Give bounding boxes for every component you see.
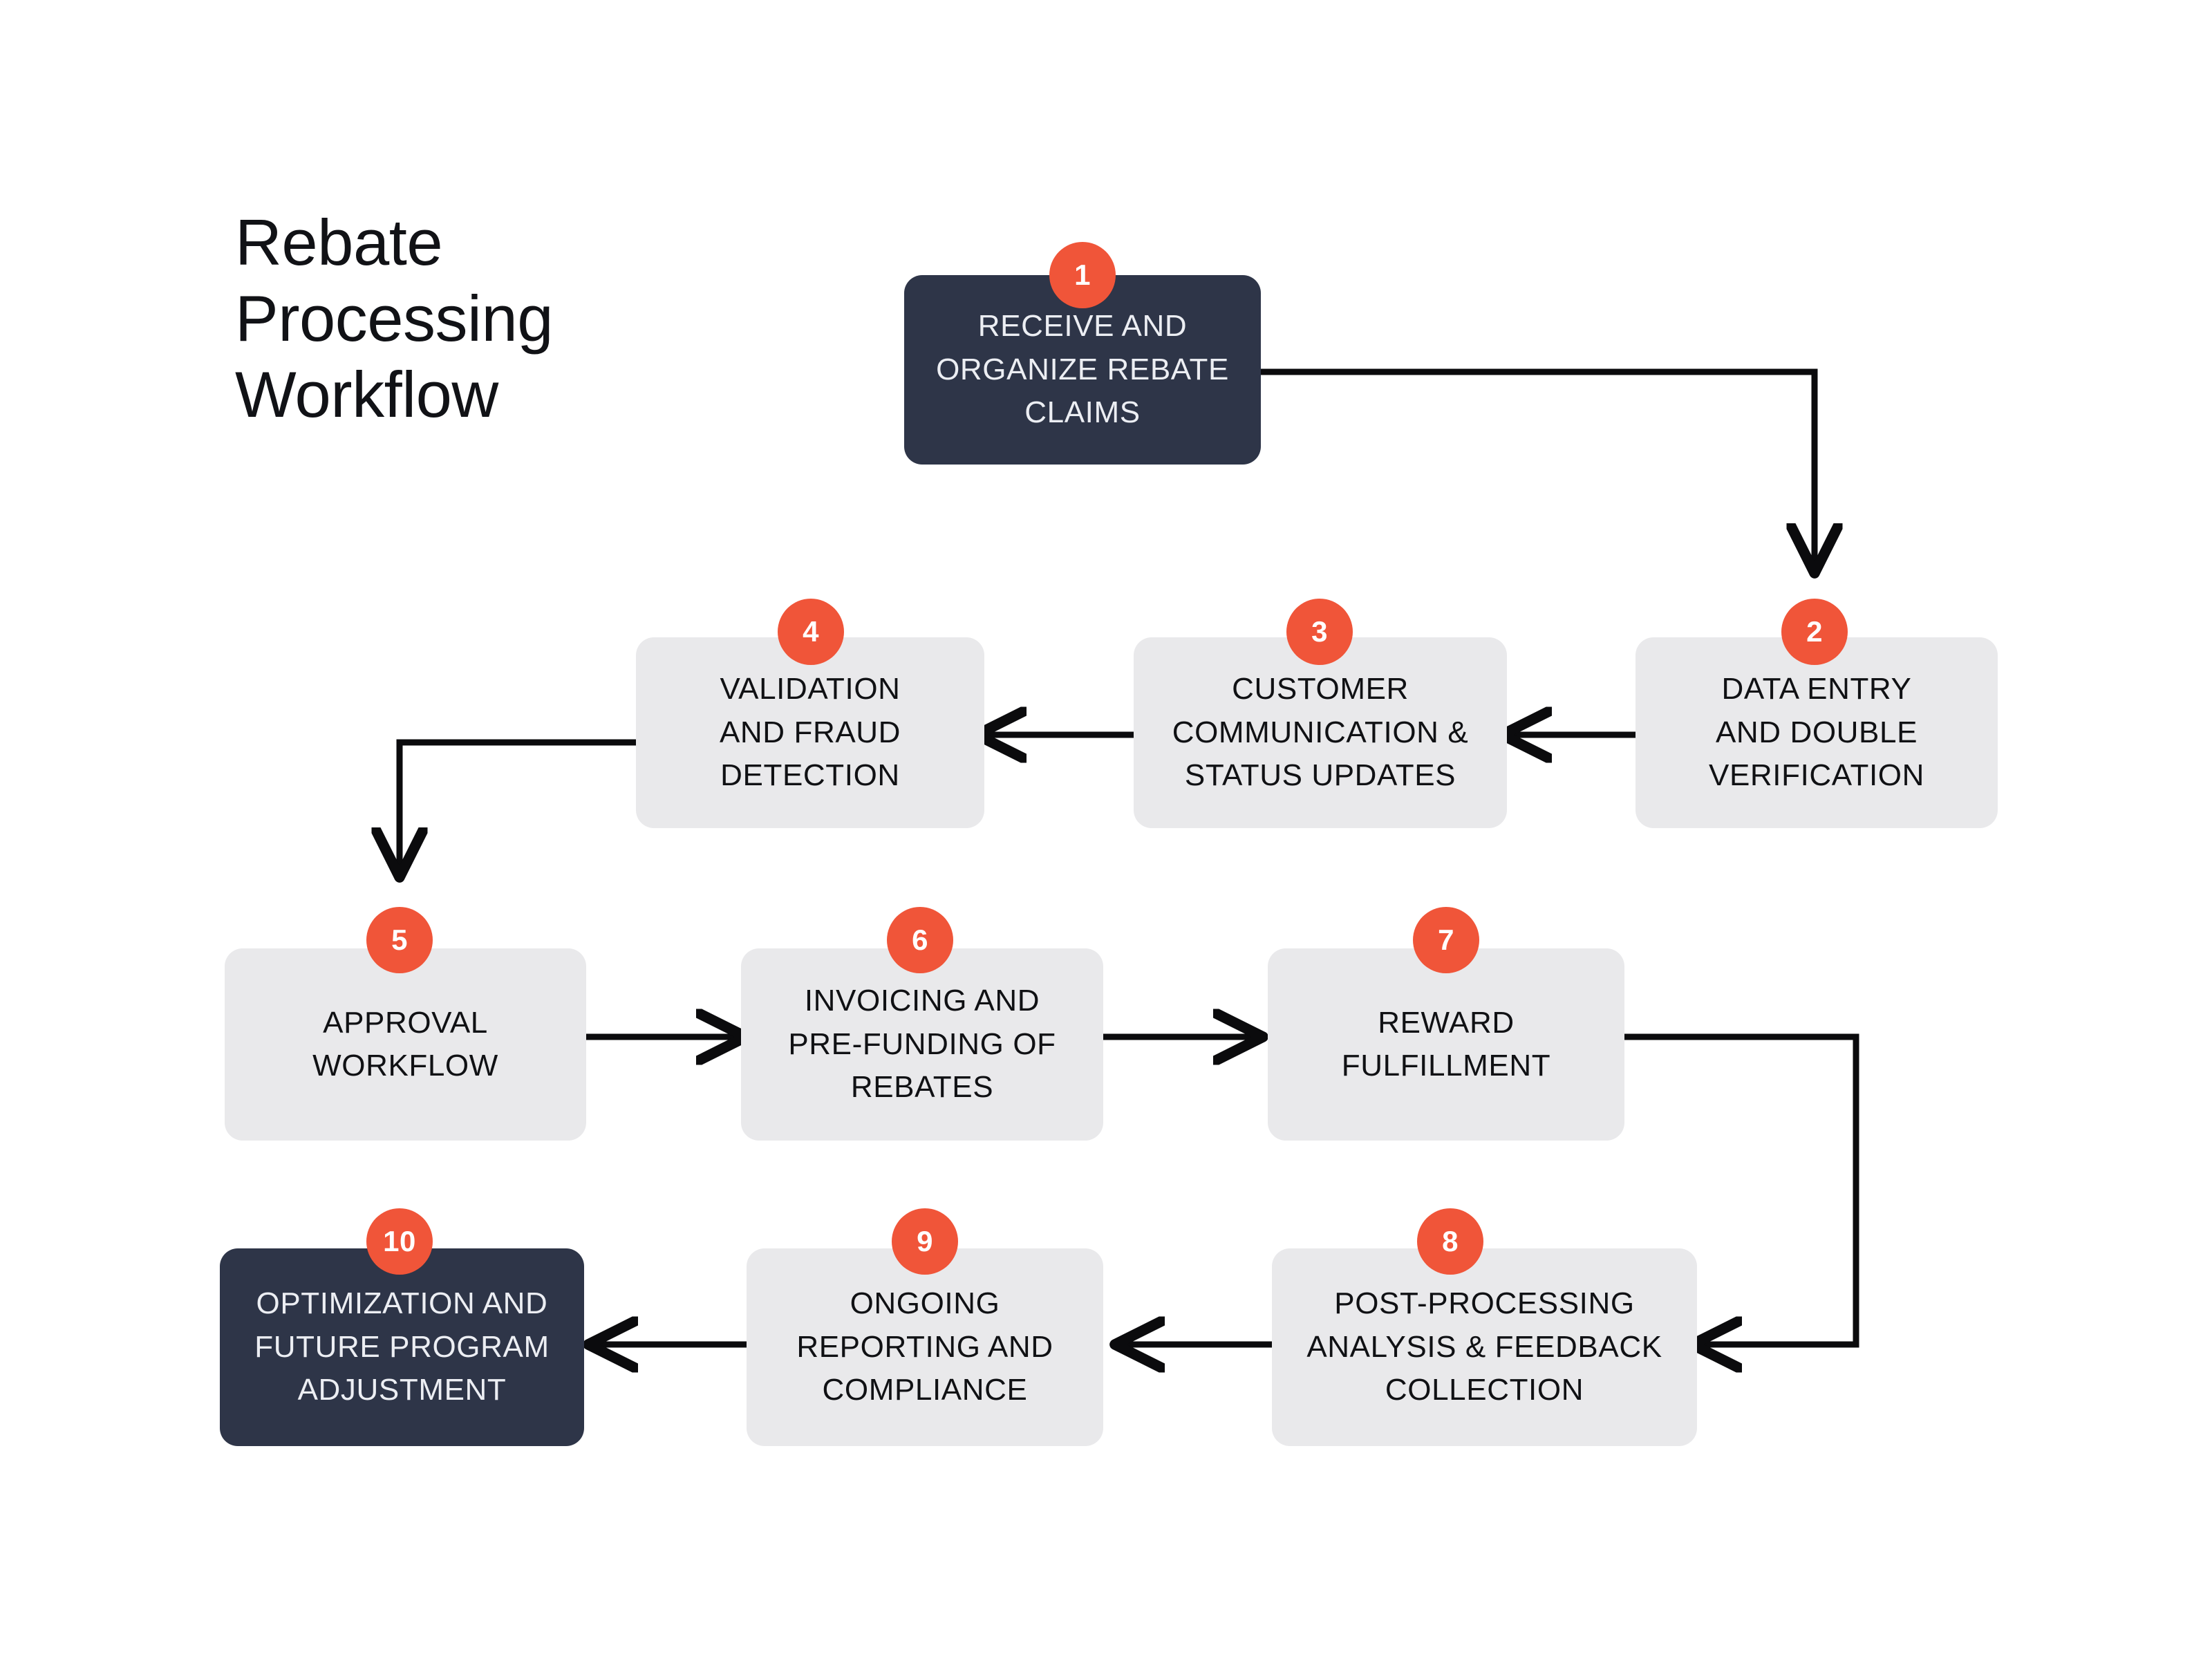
step-badge-7[interactable]: 7 <box>1413 907 1479 973</box>
connector-4-to-5 <box>400 739 636 872</box>
step-number-9: 9 <box>917 1225 933 1257</box>
step-badge-5[interactable]: 5 <box>366 907 433 973</box>
page-title: Rebate Processing Workflow <box>235 206 554 431</box>
step-badge-1[interactable]: 1 <box>1049 242 1116 308</box>
step-number-6: 6 <box>912 924 928 956</box>
step-number-4: 4 <box>803 615 819 648</box>
step-label-6: INVOICING AND PRE-FUNDING OF REBATES <box>788 984 1056 1105</box>
step-node-5[interactable]: APPROVAL WORKFLOW <box>225 948 586 1141</box>
step-number-3: 3 <box>1311 615 1328 648</box>
workflow-diagram: Rebate Processing Workflow RECEIVE AND O… <box>0 0 2212 1659</box>
step-badge-9[interactable]: 9 <box>892 1208 958 1275</box>
step-node-9[interactable]: ONGOING REPORTING AND COMPLIANCE <box>747 1248 1103 1446</box>
step-label-4: VALIDATION AND FRAUD DETECTION <box>719 672 901 793</box>
step-number-1: 1 <box>1074 259 1091 291</box>
step-badge-2[interactable]: 2 <box>1781 599 1848 665</box>
step-badge-4[interactable]: 4 <box>778 599 844 665</box>
step-node-2[interactable]: DATA ENTRY AND DOUBLE VERIFICATION <box>1635 637 1998 828</box>
step-label-5: APPROVAL WORKFLOW <box>312 1005 498 1082</box>
step-label-9: ONGOING REPORTING AND COMPLIANCE <box>796 1286 1053 1407</box>
step-node-8[interactable]: POST-PROCESSING ANALYSIS & FEEDBACK COLL… <box>1272 1248 1697 1446</box>
step-node-6[interactable]: INVOICING AND PRE-FUNDING OF REBATES <box>741 948 1103 1141</box>
step-number-8: 8 <box>1442 1225 1459 1257</box>
connector-1-to-2 <box>1199 368 1815 568</box>
step-label-8: POST-PROCESSING ANALYSIS & FEEDBACK COLL… <box>1306 1286 1662 1407</box>
step-label-1: RECEIVE AND ORGANIZE REBATE CLAIMS <box>936 309 1229 430</box>
step-number-7: 7 <box>1438 924 1454 956</box>
step-label-10: OPTIMIZATION AND FUTURE PROGRAM ADJUSTME… <box>254 1286 550 1407</box>
step-node-7[interactable]: REWARD FULFILLMENT <box>1268 948 1624 1141</box>
step-badge-6[interactable]: 6 <box>887 907 953 973</box>
step-badge-3[interactable]: 3 <box>1286 599 1353 665</box>
step-badge-8[interactable]: 8 <box>1417 1208 1483 1275</box>
step-badge-10[interactable]: 10 <box>366 1208 433 1275</box>
step-number-5: 5 <box>391 924 408 956</box>
step-number-10: 10 <box>383 1225 416 1257</box>
step-node-10[interactable]: OPTIMIZATION AND FUTURE PROGRAM ADJUSTME… <box>220 1248 584 1446</box>
step-label-7: REWARD FULFILLMENT <box>1341 1005 1551 1082</box>
step-label-3: CUSTOMER COMMUNICATION & STATUS UPDATES <box>1172 672 1469 793</box>
step-node-4[interactable]: VALIDATION AND FRAUD DETECTION <box>636 637 984 828</box>
step-node-3[interactable]: CUSTOMER COMMUNICATION & STATUS UPDATES <box>1134 637 1507 828</box>
step-number-2: 2 <box>1806 615 1823 648</box>
step-label-2: DATA ENTRY AND DOUBLE VERIFICATION <box>1709 672 1924 793</box>
